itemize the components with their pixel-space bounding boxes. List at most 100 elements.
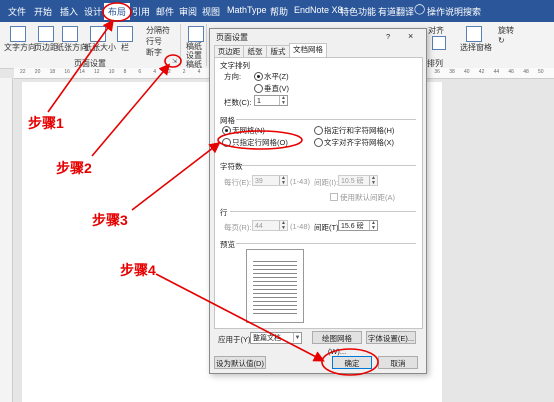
- preview-section: 预览: [220, 240, 235, 249]
- horizontal-radio[interactable]: [254, 72, 263, 81]
- apply-to-label: 应用于(Y):: [218, 335, 253, 344]
- page-setup-dialog: 页面设置 ? × 页边距 纸张 版式 文档网格 文字排列 方向: 水平(Z) 垂…: [209, 28, 427, 374]
- ruler-mark: 10: [108, 69, 115, 75]
- tab-file[interactable]: 文件: [8, 5, 26, 18]
- ruler-mark: 36: [434, 69, 440, 75]
- columns-spinner[interactable]: 1 ▲ ▼: [254, 95, 288, 106]
- ok-button[interactable]: 确定: [332, 356, 372, 369]
- ruler-mark: 50: [538, 69, 544, 75]
- draw-grid-button[interactable]: 绘图网格(W)...: [312, 331, 362, 356]
- step1-label: 步骤1: [28, 115, 64, 131]
- tab-insert[interactable]: 插入: [60, 5, 78, 18]
- lines-only-grid-label: 只指定行网格(O): [232, 138, 288, 147]
- char-pitch-spinner[interactable]: 10.5 磅 ▲ ▼: [338, 175, 378, 186]
- tab-endnote[interactable]: EndNote X8: [294, 5, 343, 15]
- vertical-radio[interactable]: [254, 84, 263, 93]
- lines-per-page-label: 每页(R):: [224, 223, 252, 232]
- ruler-mark: 12: [94, 69, 100, 75]
- tab-mathtype[interactable]: MathType: [227, 5, 267, 15]
- ruler-mark: 14: [79, 69, 85, 75]
- step4-label: 步骤4: [120, 262, 156, 278]
- tab-special[interactable]: 特色功能: [340, 5, 376, 18]
- lines-only-grid-radio[interactable]: [222, 138, 231, 147]
- tab-mailings[interactable]: 邮件: [156, 5, 174, 18]
- horizontal-label: 水平(Z): [264, 72, 289, 81]
- size-icon: [90, 26, 106, 42]
- align-button[interactable]: 对齐: [428, 25, 444, 36]
- tab-references[interactable]: 引用: [132, 5, 150, 18]
- draft-paper-icon: [188, 26, 204, 42]
- tab-view[interactable]: 视图: [202, 5, 220, 18]
- selection-pane-button[interactable]: 选择窗格: [460, 42, 492, 53]
- ruler-mark: 4: [153, 69, 156, 75]
- tab-document-grid[interactable]: 文档网格: [289, 43, 327, 58]
- chars-per-line-label: 每行(E):: [224, 178, 252, 187]
- chars-range: (1-43): [290, 177, 311, 186]
- rotate-icon[interactable]: ↻: [498, 36, 505, 45]
- set-default-button[interactable]: 设为默认值(D): [214, 356, 266, 369]
- ruler-mark: 44: [493, 69, 500, 75]
- lines-chars-grid-radio[interactable]: [314, 126, 323, 135]
- selection-pane-icon: [466, 26, 482, 42]
- step3-label: 步骤3: [92, 212, 128, 228]
- page-setup-launcher-icon[interactable]: ⇲: [172, 58, 177, 65]
- chars-section: 字符数: [220, 162, 243, 171]
- tell-me-search[interactable]: 操作说明搜索: [427, 5, 481, 18]
- char-pitch-label: 间距(I):: [314, 178, 339, 187]
- ruler-mark: 6: [138, 69, 142, 75]
- columns-label: 栏数(C):: [224, 98, 252, 107]
- text-direction-icon: [10, 26, 26, 42]
- preview-page: [246, 249, 304, 323]
- lines-per-page-spinner[interactable]: 44 ▲ ▼: [252, 220, 288, 231]
- margins-icon: [38, 26, 54, 42]
- ruler-mark: 38: [449, 69, 455, 75]
- breaks-button[interactable]: 分隔符: [146, 25, 170, 36]
- columns-button[interactable]: 栏: [121, 42, 129, 53]
- no-grid-radio[interactable]: [222, 126, 231, 135]
- help-button[interactable]: ?: [386, 32, 390, 41]
- size-button[interactable]: 纸张大小: [84, 42, 116, 53]
- chars-per-line-spinner[interactable]: 39 ▲ ▼: [252, 175, 288, 186]
- chars-per-line-value: 39: [255, 178, 263, 185]
- lines-range: (1-48): [290, 222, 311, 231]
- step2-label: 步骤2: [56, 160, 92, 176]
- text-direction-button[interactable]: 文字方向: [4, 42, 36, 53]
- columns-value: 1: [257, 98, 261, 105]
- close-icon[interactable]: ×: [408, 31, 413, 41]
- tab-help[interactable]: 帮助: [270, 5, 288, 18]
- tab-layout[interactable]: 布局: [104, 3, 131, 20]
- margins-button[interactable]: 页边距: [34, 42, 58, 53]
- hyphenation-button[interactable]: 断字: [146, 47, 162, 58]
- ruler-mark: 22: [20, 69, 26, 75]
- apply-to-select[interactable]: 整篇文档 ▼: [250, 332, 302, 344]
- rotate-button[interactable]: 旋转: [498, 25, 514, 36]
- ruler-mark: 48: [523, 69, 529, 75]
- ruler-mark: 46: [508, 69, 514, 75]
- text-direction-section: 文字排列: [220, 61, 250, 70]
- vertical-ruler[interactable]: [0, 78, 13, 402]
- default-pitch-checkbox[interactable]: [330, 193, 338, 201]
- tab-youdao[interactable]: 有道翻译: [378, 5, 414, 18]
- snap-chars-grid-radio[interactable]: [314, 138, 323, 147]
- cancel-button[interactable]: 取消: [378, 356, 418, 369]
- line-pitch-label: 间距(T):: [314, 223, 341, 232]
- lines-chars-grid-label: 指定行和字符网格(H): [324, 126, 395, 135]
- ruler-mark: 40: [464, 69, 470, 75]
- tab-review[interactable]: 审阅: [179, 5, 197, 18]
- ruler-mark: 20: [34, 69, 41, 75]
- menu-bar: 文件 开始 插入 设计 布局 引用 邮件 审阅 视图 MathType 帮助 E…: [0, 0, 554, 22]
- line-pitch-spinner[interactable]: 15.6 磅 ▲ ▼: [338, 220, 378, 231]
- line-numbers-button[interactable]: 行号: [146, 36, 162, 47]
- default-pitch-label: 使用默认间距(A): [340, 193, 395, 202]
- tab-home[interactable]: 开始: [34, 5, 52, 18]
- ruler-mark: 2: [168, 69, 171, 75]
- line-pitch-value: 15.6 磅: [341, 223, 364, 230]
- no-grid-label: 无网格(N): [232, 126, 265, 135]
- tab-design[interactable]: 设计: [84, 5, 102, 18]
- orientation-icon: [62, 26, 78, 42]
- ruler-mark: 8: [123, 69, 127, 75]
- vertical-label: 垂直(V): [264, 84, 289, 93]
- font-settings-button[interactable]: 字体设置(E)...: [366, 331, 416, 344]
- ruler-mark: 4: [197, 69, 201, 75]
- apply-to-value: 整篇文档: [253, 335, 281, 342]
